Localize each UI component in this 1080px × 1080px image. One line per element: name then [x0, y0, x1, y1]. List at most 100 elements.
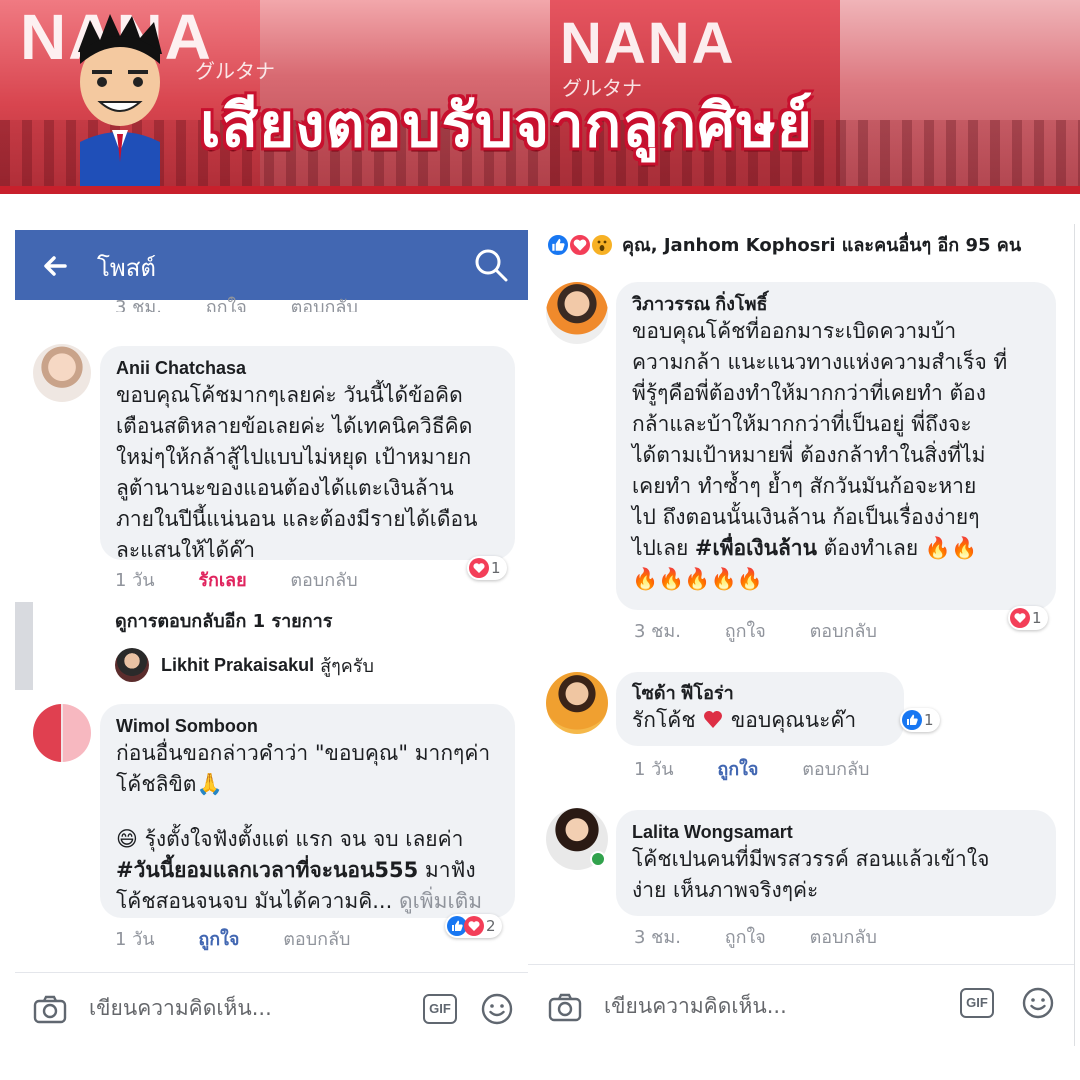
- comment-line: 😄 รุ้งตั้งใจฟังตั้งแต่ แรก จน จบ เลยค่า: [116, 827, 464, 851]
- reaction-badge[interactable]: 1: [900, 708, 940, 732]
- left-comments-panel: โพสต์ 3 ชม. ถูกใจ ตอบกลับ Anii Chatchasa…: [15, 230, 528, 1055]
- reply-link[interactable]: ตอบกลับ: [283, 924, 350, 953]
- back-arrow-icon[interactable]: [41, 252, 69, 280]
- cartoon-avatar-icon: [78, 14, 162, 187]
- reply-thread-line: [15, 602, 33, 690]
- reactions-summary-text[interactable]: คุณ, Janhom Kophosri และคนอื่นๆ อีก 95 ค…: [622, 230, 1021, 259]
- commenter-name[interactable]: โซด้า ฟีโอร่า: [632, 681, 888, 705]
- see-more-link[interactable]: ดูเพิ่มเติม: [399, 889, 482, 913]
- comment-time: 3 ชม.: [634, 927, 681, 948]
- banner-divider: [0, 186, 1080, 194]
- comment-time: 1 วัน: [115, 929, 155, 950]
- emoji-smile-icon[interactable]: [1022, 987, 1054, 1019]
- comment-bubble: Lalita Wongsamart โค้ชเปนคนที่มีพรสวรรค์…: [616, 810, 1056, 916]
- avatar[interactable]: [546, 672, 608, 734]
- comment-line-head: ไปเลย: [632, 536, 695, 560]
- heart-emoji-icon: [704, 711, 723, 728]
- reaction-count: 1: [924, 711, 934, 729]
- comment-line: ไป ถึงตอนนั้นเงินล้าน ก้อเป็นเรื่องง่ายๆ: [632, 505, 980, 529]
- view-more-replies-link[interactable]: ดูการตอบกลับอีก 1 รายการ: [115, 606, 332, 635]
- comment-text: ขอบคุณโค้ชมากๆเลยค่ะ วันนี้ได้ข้อคิด เตื…: [116, 380, 499, 566]
- comment-line-tail: ขอบคุณนะค๊า: [724, 708, 857, 732]
- online-status-indicator: [590, 851, 606, 867]
- comment-line: 🔥🔥🔥🔥🔥: [632, 567, 763, 591]
- reply-preview[interactable]: Likhit Prakaisakul สู้ๆครับ: [115, 648, 374, 682]
- hashtag-link[interactable]: #เพื่อเงินล้าน: [695, 536, 817, 560]
- comment-line: ขอบคุณโค้ชที่ออกมาระเบิดความบ้า: [632, 319, 957, 343]
- comment-composer[interactable]: เขียนความคิดเห็น...: [33, 992, 272, 1025]
- comment-meta: 1 วัน ถูกใจ ตอบกลับ: [115, 924, 388, 953]
- reply-link[interactable]: ตอบกลับ: [291, 292, 358, 312]
- emoji-smile-icon[interactable]: [481, 993, 513, 1025]
- reaction-count: 1: [1032, 609, 1042, 627]
- comment-time: 3 ชม.: [115, 297, 162, 312]
- gif-button[interactable]: GIF: [423, 994, 457, 1024]
- reaction-badge[interactable]: 1: [467, 556, 507, 580]
- gif-button[interactable]: GIF: [960, 988, 994, 1018]
- comment-meta: 3 ชม. ถูกใจ ตอบกลับ: [634, 616, 915, 645]
- hashtag-link[interactable]: #วันนี้ยอมแลกเวลาที่จะนอน555: [116, 858, 418, 882]
- comment-bubble: Wimol Somboon ก่อนอื่นขอกล่าวคำว่า "ขอบค…: [100, 704, 515, 918]
- like-link[interactable]: ถูกใจ: [206, 292, 247, 312]
- camera-icon[interactable]: [548, 992, 582, 1022]
- comment-time: 3 ชม.: [634, 621, 681, 642]
- heart-reaction-icon: [568, 232, 592, 257]
- like-reaction-icon: [902, 710, 922, 730]
- comment-line: ก่อนอื่นขอกล่าวคำว่า "ขอบคุณ" มากๆค่า: [116, 741, 491, 765]
- commenter-name[interactable]: วิภาวรรณ กิ่งโพธิ์: [632, 292, 1040, 316]
- comment-line: พี่รู้ๆคือพี่ต้องทำให้มากกว่าที่เคยทำ ต้…: [632, 381, 986, 405]
- comment-line: ละแสนให้ได้ค๊า: [116, 538, 255, 562]
- avatar[interactable]: [33, 344, 91, 402]
- reaction-badge[interactable]: 1: [1008, 606, 1048, 630]
- comment-meta: 1 วัน รักเลย ตอบกลับ: [115, 565, 396, 594]
- heart-reaction-icon: [1010, 608, 1030, 628]
- comment-line: ง่าย เห็นภาพจริงๆค่ะ: [632, 878, 819, 902]
- composer-divider: [528, 964, 1074, 965]
- avatar[interactable]: [115, 648, 149, 682]
- camera-icon[interactable]: [33, 994, 67, 1024]
- comment-line: ไปเลย #เพื่อเงินล้าน ต้องทำเลย 🔥🔥: [632, 533, 1040, 564]
- commenter-name[interactable]: Wimol Somboon: [116, 714, 499, 738]
- comment-time: 1 วัน: [115, 570, 155, 591]
- comment-input[interactable]: เขียนความคิดเห็น...: [604, 990, 787, 1023]
- love-link[interactable]: รักเลย: [198, 565, 246, 594]
- comment-line: ภายในปีนี้แน่นอน และต้องมีรายได้เดือน: [116, 507, 478, 531]
- like-link[interactable]: ถูกใจ: [725, 922, 766, 951]
- comment-line: โค้ชสอนจนจบ มันได้ความคิ... ดูเพิ่มเติม: [116, 886, 499, 917]
- comment-line: ได้ตามเป้าหมายพี่ ต้องกล้าทำในสิ่งที่ไม่: [632, 443, 986, 467]
- reply-link[interactable]: ตอบกลับ: [290, 565, 357, 594]
- comment-meta-partial: 3 ชม. ถูกใจ ตอบกลับ: [115, 292, 396, 312]
- right-comments-panel: คุณ, Janhom Kophosri และคนอื่นๆ อีก 95 ค…: [528, 224, 1075, 1046]
- comment-composer[interactable]: เขียนความคิดเห็น...: [548, 990, 787, 1023]
- like-link[interactable]: ถูกใจ: [198, 924, 239, 953]
- commenter-name[interactable]: Lalita Wongsamart: [632, 820, 1040, 844]
- avatar[interactable]: [546, 282, 608, 344]
- reply-link[interactable]: ตอบกลับ: [810, 616, 877, 645]
- comment-line: โค้ชเปนคนที่มีพรสวรรค์ สอนแล้วเข้าใจ: [632, 847, 990, 871]
- like-reaction-icon: [546, 232, 570, 257]
- reply-link[interactable]: ตอบกลับ: [802, 754, 869, 783]
- reply-author[interactable]: Likhit Prakaisakul: [161, 655, 314, 676]
- post-reactions-summary[interactable]: คุณ, Janhom Kophosri และคนอื่นๆ อีก 95 ค…: [546, 230, 1021, 259]
- avatar[interactable]: [33, 704, 91, 762]
- comment-bubble: วิภาวรรณ กิ่งโพธิ์ ขอบคุณโค้ชที่ออกมาระเ…: [616, 282, 1056, 610]
- search-icon[interactable]: [473, 247, 509, 283]
- comment-line: ขอบคุณโค้ชมากๆเลยค่ะ วันนี้ได้ข้อคิด: [116, 383, 463, 407]
- comment-truncated-text: โค้ชสอนจนจบ มันได้ความคิ...: [116, 889, 393, 913]
- reaction-badge[interactable]: 2: [445, 914, 502, 938]
- comment-line: เตือนสติหลายข้อเลยค่ะ ได้เทคนิควิธีคิด: [116, 414, 473, 438]
- comment-line-head: รักโค้ช: [632, 708, 703, 732]
- brand-logo-2: NANA: [560, 11, 736, 76]
- heart-reaction-icon: [469, 558, 489, 578]
- header-banner: NANA NANA グルタナ グルタナ เสียงตอบรับจากลูกศิษ…: [0, 0, 1080, 190]
- comment-line: โค้ชลิขิต🙏: [116, 772, 223, 796]
- reply-link[interactable]: ตอบกลับ: [810, 922, 877, 951]
- comment-line: ลูต้านานะของแอนต้องได้แตะเงินล้าน: [116, 476, 454, 500]
- comment-time: 1 วัน: [634, 759, 674, 780]
- like-link[interactable]: ถูกใจ: [717, 754, 758, 783]
- comment-line: ความกล้า แนะแนวทางแห่งความสำเร็จ ที่: [632, 350, 1008, 374]
- banner-title: เสียงตอบรับจากลูกศิษย์: [200, 91, 814, 161]
- like-link[interactable]: ถูกใจ: [725, 616, 766, 645]
- comment-input[interactable]: เขียนความคิดเห็น...: [89, 992, 272, 1025]
- commenter-name[interactable]: Anii Chatchasa: [116, 356, 499, 380]
